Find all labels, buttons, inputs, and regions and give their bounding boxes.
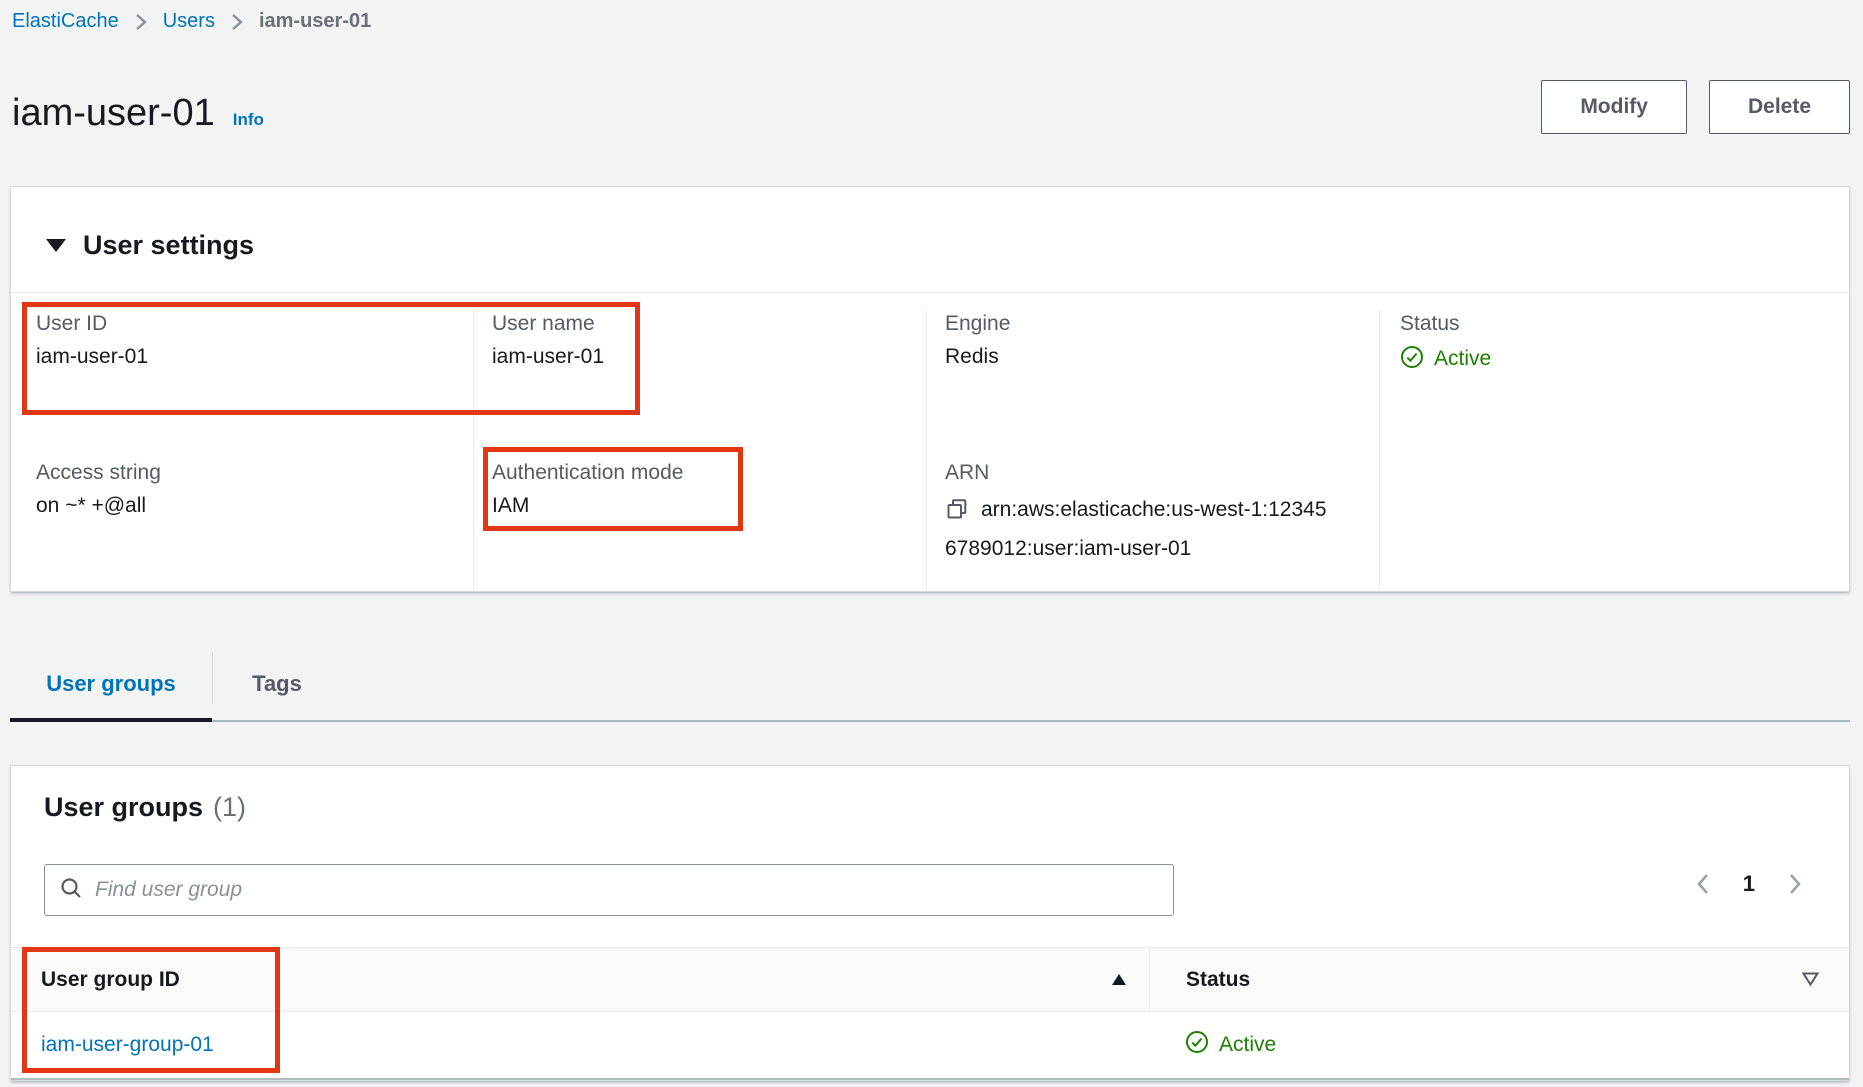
breadcrumb-current-user: iam-user-01	[259, 10, 371, 33]
check-circle-icon	[1400, 345, 1424, 374]
auth-mode-value: IAM	[492, 491, 926, 521]
breadcrumb: ElastiCache Users iam-user-01	[12, 10, 371, 33]
user-groups-title: User groups	[44, 792, 203, 822]
status-field: Status Active	[1400, 309, 1849, 374]
info-link[interactable]: Info	[233, 110, 264, 130]
breadcrumb-elasticache[interactable]: ElastiCache	[12, 10, 119, 33]
engine-field: Engine Redis	[945, 309, 1379, 372]
table-row: iam-user-group-01 Active	[11, 1012, 1849, 1080]
engine-value: Redis	[945, 342, 1379, 372]
page-number[interactable]: 1	[1743, 871, 1755, 897]
next-page-button[interactable]	[1785, 870, 1805, 898]
user-id-value: iam-user-01	[36, 342, 473, 372]
auth-mode-label: Authentication mode	[492, 458, 926, 488]
pagination: 1	[1693, 870, 1805, 898]
user-name-field: User name iam-user-01	[492, 309, 926, 372]
settings-column-3: Engine Redis ARN arn:aws:elasticache:us-…	[926, 309, 1379, 592]
user-groups-count: (1)	[213, 792, 246, 822]
page-header: iam-user-01 Info	[12, 92, 264, 135]
user-settings-toggle[interactable]: User settings	[11, 187, 1849, 293]
search-icon	[59, 876, 83, 905]
breadcrumb-users[interactable]: Users	[163, 10, 215, 33]
arn-text: arn:aws:elasticache:us-west-1:1234567890…	[945, 498, 1327, 560]
user-group-id-cell: iam-user-group-01	[11, 1033, 1149, 1057]
check-circle-icon	[1185, 1030, 1209, 1060]
user-name-label: User name	[492, 309, 926, 339]
previous-page-button[interactable]	[1693, 870, 1713, 898]
user-group-id-header-label: User group ID	[41, 968, 180, 992]
settings-column-2: User name iam-user-01 Authentication mod…	[473, 309, 926, 592]
auth-mode-field: Authentication mode IAM	[492, 458, 926, 521]
row-status-text: Active	[1219, 1030, 1276, 1060]
user-name-value: iam-user-01	[492, 342, 926, 372]
copy-icon[interactable]	[945, 497, 969, 532]
tab-tags[interactable]: Tags	[213, 650, 341, 722]
user-settings-heading: User settings	[83, 230, 254, 261]
chevron-right-icon	[135, 13, 147, 31]
status-header-label: Status	[1186, 968, 1250, 992]
chevron-right-icon	[231, 13, 243, 31]
arn-value: arn:aws:elasticache:us-west-1:1234567890…	[945, 493, 1327, 566]
page-title: iam-user-01	[12, 92, 215, 135]
user-group-link[interactable]: iam-user-group-01	[41, 1033, 214, 1056]
user-id-label: User ID	[36, 309, 473, 339]
header-actions: Modify Delete	[1541, 80, 1850, 134]
settings-column-1: User ID iam-user-01 Access string on ~* …	[11, 309, 473, 592]
user-groups-table: User group ID Status iam-user-group-01 A…	[11, 947, 1849, 1080]
table-header-row: User group ID Status	[11, 947, 1849, 1012]
access-string-field: Access string on ~* +@all	[36, 458, 473, 521]
arn-field: ARN arn:aws:elasticache:us-west-1:123456…	[945, 458, 1379, 566]
access-string-value: on ~* +@all	[36, 491, 473, 521]
engine-label: Engine	[945, 309, 1379, 339]
user-groups-heading: User groups (1)	[44, 792, 1849, 823]
user-groups-card: User groups (1) 1 User group ID Status	[10, 765, 1850, 1081]
collapse-caret-icon	[46, 239, 66, 252]
modify-button[interactable]: Modify	[1541, 80, 1687, 134]
user-id-field: User ID iam-user-01	[36, 309, 473, 372]
access-string-label: Access string	[36, 458, 473, 488]
arn-label: ARN	[945, 458, 1379, 488]
status-text: Active	[1434, 344, 1491, 374]
detail-tabs: User groups Tags	[10, 650, 1850, 722]
status-cell: Active	[1149, 1030, 1849, 1060]
status-label: Status	[1400, 309, 1849, 339]
column-header-status[interactable]: Status	[1149, 948, 1849, 1011]
search-input[interactable]	[95, 878, 1159, 902]
elasticache-user-detail-page: ElastiCache Users iam-user-01 iam-user-0…	[0, 0, 1863, 1087]
status-badge: Active	[1400, 344, 1849, 374]
find-user-group-search	[44, 864, 1174, 916]
settings-column-4: Status Active	[1379, 309, 1849, 592]
tab-user-groups[interactable]: User groups	[10, 650, 212, 722]
sort-ascending-icon[interactable]	[1111, 968, 1127, 992]
column-header-user-group-id[interactable]: User group ID	[11, 948, 1149, 1011]
delete-button[interactable]: Delete	[1709, 80, 1850, 134]
filter-icon[interactable]	[1802, 968, 1819, 992]
user-settings-grid: User ID iam-user-01 Access string on ~* …	[11, 293, 1849, 592]
user-settings-card: User settings User ID iam-user-01 Access…	[10, 186, 1850, 592]
